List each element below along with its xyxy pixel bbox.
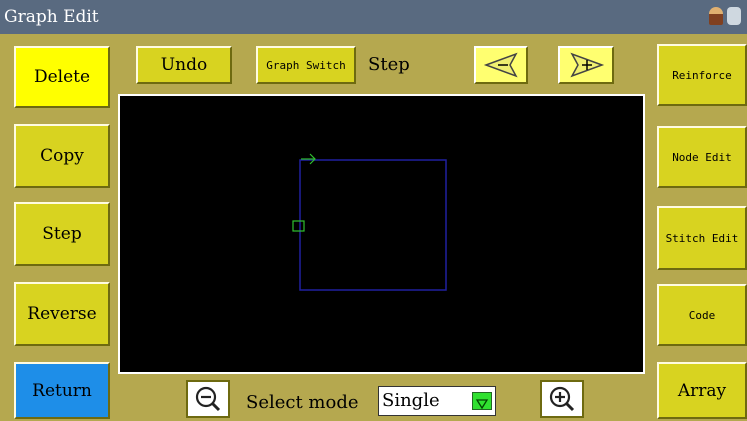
delete-button-label: Delete [33,67,91,87]
select-mode-label: Select mode [246,392,359,413]
next-step-button[interactable] [558,46,614,84]
graph-switch-button[interactable]: Graph Switch [256,46,356,84]
zoom-out-button[interactable] [186,380,230,418]
select-mode-dropdown[interactable]: Single [378,386,496,416]
stitch-edit-button[interactable]: Stitch Edit [657,206,747,270]
pattern-drawing [292,153,447,291]
undo-button[interactable]: Undo [136,46,232,84]
left-arrow-icon [483,52,518,78]
code-button-label: Code [688,308,716,322]
right-arrow-icon [570,52,605,78]
zoom-in-button[interactable] [540,380,584,418]
delete-button[interactable]: Delete [14,46,110,108]
select-mode-value: Single [382,390,440,411]
prev-step-button[interactable] [474,46,528,84]
copy-button-label: Copy [40,146,84,166]
step-button[interactable]: Step [14,202,110,266]
dropdown-toggle[interactable] [472,392,492,410]
reverse-button[interactable]: Reverse [14,282,110,346]
graph-switch-label: Graph Switch [266,58,346,72]
array-button[interactable]: Array [657,362,747,419]
graph-canvas[interactable] [118,94,645,374]
reinforce-button-label: Reinforce [672,68,732,82]
code-button[interactable]: Code [657,284,747,346]
database-icon[interactable] [727,7,741,25]
user-icon[interactable] [709,7,723,25]
triangle-down-icon [475,399,489,410]
step-button-label: Step [42,224,82,244]
zoom-out-icon [195,386,221,412]
copy-button[interactable]: Copy [14,124,110,188]
array-button-label: Array [677,380,727,401]
node-marker[interactable] [292,220,305,232]
direction-arrow-marker [301,153,316,165]
reinforce-button[interactable]: Reinforce [657,44,747,106]
step-label: Step [368,54,410,75]
pattern-rectangle [299,159,447,291]
return-button-label: Return [32,380,92,401]
zoom-in-icon [549,386,575,412]
reverse-button-label: Reverse [27,304,97,324]
undo-button-label: Undo [160,55,208,75]
return-button[interactable]: Return [14,362,110,419]
node-edit-button[interactable]: Node Edit [657,126,747,188]
node-edit-button-label: Node Edit [672,150,732,164]
title-bar: Graph Edit [0,0,747,34]
stitch-edit-button-label: Stitch Edit [665,231,739,245]
window-title: Graph Edit [4,7,99,27]
